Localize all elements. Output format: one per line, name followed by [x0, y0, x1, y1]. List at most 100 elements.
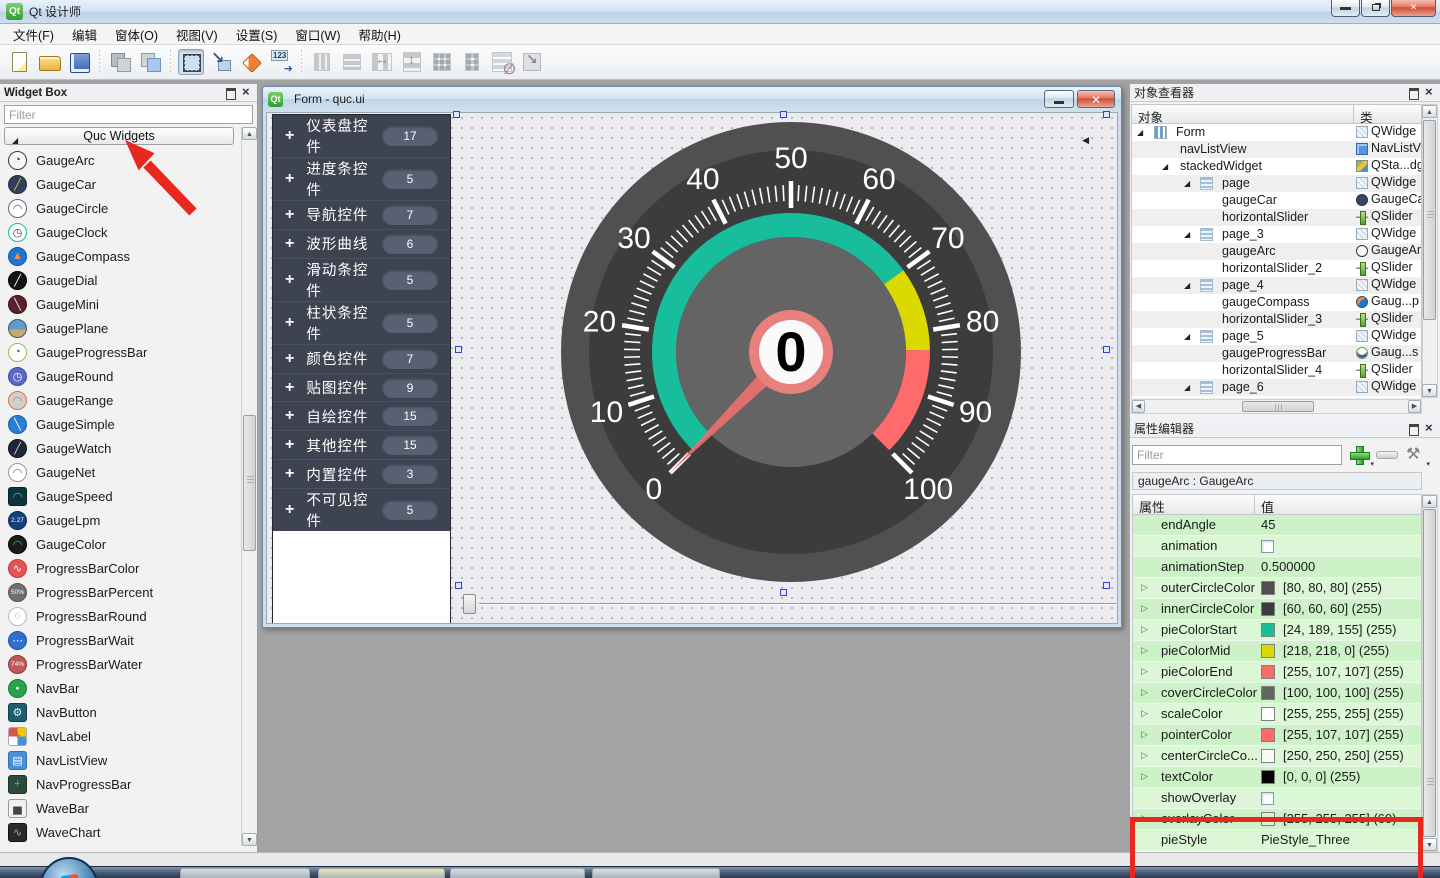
form-minimize-button[interactable]: [1044, 90, 1074, 108]
property-filter-input[interactable]: [1132, 445, 1342, 465]
expand-arrow-icon[interactable]: ▷: [1141, 666, 1148, 677]
widget-item-NavBar[interactable]: ●NavBar: [0, 676, 242, 700]
widget-item-ProgressBarWait[interactable]: ⋯ProgressBarWait: [0, 628, 242, 652]
property-row-scaleColor[interactable]: ▷scaleColor[255, 255, 255] (255): [1133, 704, 1421, 725]
gauge-arc-widget[interactable]: 01020304050607080901000: [559, 120, 1023, 584]
taskbar-button-1[interactable]: [318, 868, 445, 878]
column-object[interactable]: 对象: [1132, 105, 1354, 123]
property-value-cell[interactable]: [1261, 788, 1421, 809]
property-row-animationStep[interactable]: animationStep0.500000: [1133, 557, 1421, 578]
scroll-down-icon[interactable]: ▼: [1422, 384, 1437, 397]
property-value-cell[interactable]: [255, 255, 255] (255): [1261, 704, 1421, 725]
tree-row-navListView[interactable]: navListViewNavListV: [1132, 141, 1421, 158]
scrollbar-thumb[interactable]: [1242, 401, 1314, 412]
restore-button[interactable]: [1361, 0, 1390, 17]
scrollbar-thumb[interactable]: [1423, 509, 1436, 837]
selection-handle[interactable]: [1103, 346, 1110, 353]
nav-item-2[interactable]: +导航控件7: [273, 201, 450, 230]
scroll-down-icon[interactable]: ▼: [242, 833, 257, 846]
property-row-endAngle[interactable]: endAngle45: [1133, 515, 1421, 536]
nav-item-9[interactable]: +其他控件15: [273, 431, 450, 460]
menu-item-2[interactable]: 窗体(O): [106, 23, 167, 46]
widget-item-GaugeRange[interactable]: ◠GaugeRange: [0, 388, 242, 412]
lower-widgets-icon[interactable]: [137, 49, 163, 75]
nav-item-5[interactable]: +柱状条控件5: [273, 302, 450, 345]
scrollbar-thumb[interactable]: [243, 415, 256, 551]
category-quc-widgets[interactable]: ◢ Quc Widgets: [4, 127, 234, 145]
widget-item-NavProgressBar[interactable]: +NavProgressBar: [0, 772, 242, 796]
column-property[interactable]: 属性: [1133, 495, 1255, 514]
widget-item-GaugeArc[interactable]: ◔GaugeArc: [0, 148, 242, 172]
expand-arrow-icon[interactable]: ▷: [1141, 771, 1148, 782]
scroll-right-icon[interactable]: ▶: [1408, 400, 1421, 413]
property-value-cell[interactable]: [60, 60, 60] (255): [1261, 599, 1421, 620]
expander-icon[interactable]: ◢: [1184, 179, 1190, 188]
close-button[interactable]: ✕: [1391, 0, 1436, 17]
scroll-down-icon[interactable]: ▼: [1422, 838, 1437, 851]
tree-row-gaugeProgressBar[interactable]: gaugeProgressBarGaug...s: [1132, 345, 1421, 362]
widget-item-NavButton[interactable]: ⚙NavButton: [0, 700, 242, 724]
nav-item-1[interactable]: +进度条控件5: [273, 158, 450, 201]
form-canvas[interactable]: ◀ +仪表盘控件17+进度条控件5+导航控件7+波形曲线6+滑动条控件5+柱状条…: [266, 112, 1118, 624]
save-form-icon[interactable]: [66, 49, 92, 75]
nav-item-4[interactable]: +滑动条控件5: [273, 259, 450, 302]
expand-arrow-icon[interactable]: ▷: [1141, 687, 1148, 698]
scrollbar-thumb[interactable]: [1423, 120, 1436, 320]
widget-item-ProgressBarColor[interactable]: ∿ProgressBarColor: [0, 556, 242, 580]
property-row-overlayColor[interactable]: ▷overlayColor[255, 255, 255] (60): [1133, 809, 1421, 830]
widget-item-GaugeDial[interactable]: ╱GaugeDial: [0, 268, 242, 292]
tree-row-horizontalSlider_4[interactable]: horizontalSlider_4QSlider: [1132, 362, 1421, 379]
widget-item-WaveBar[interactable]: ▅WaveBar: [0, 796, 242, 820]
checkbox-unchecked[interactable]: [1261, 540, 1274, 553]
tree-row-horizontalSlider_2[interactable]: horizontalSlider_2QSlider: [1132, 260, 1421, 277]
nav-item-11[interactable]: +不可见控件5: [273, 489, 450, 531]
taskbar-button-3[interactable]: [592, 868, 720, 878]
widget-item-GaugeCar[interactable]: ╱GaugeCar: [0, 172, 242, 196]
property-row-coverCircleColor[interactable]: ▷coverCircleColor[100, 100, 100] (255): [1133, 683, 1421, 704]
object-tree-vscrollbar[interactable]: ▲ ▼: [1422, 104, 1438, 398]
expand-arrow-icon[interactable]: ▷: [1141, 708, 1148, 719]
expand-arrow-icon[interactable]: ▷: [1141, 729, 1148, 740]
menu-item-1[interactable]: 编辑: [63, 23, 106, 46]
widget-item-GaugeProgressBar[interactable]: ◔GaugeProgressBar: [0, 340, 242, 364]
widget-item-GaugeColor[interactable]: ◠GaugeColor: [0, 532, 242, 556]
scroll-left-icon[interactable]: ◀: [1132, 400, 1145, 413]
expand-arrow-icon[interactable]: ▷: [1141, 603, 1148, 614]
tree-row-page_3[interactable]: ◢page_3QWidge: [1132, 226, 1421, 243]
float-panel-icon[interactable]: [1407, 87, 1420, 99]
expand-arrow-icon[interactable]: ▷: [1141, 813, 1148, 824]
widget-item-GaugeClock[interactable]: ◷GaugeClock: [0, 220, 242, 244]
property-value-cell[interactable]: [80, 80, 80] (255): [1261, 578, 1421, 599]
property-row-showOverlay[interactable]: showOverlay: [1133, 788, 1421, 809]
widget-item-ProgressBarPercent[interactable]: 50%ProgressBarPercent: [0, 580, 242, 604]
tree-row-page_6[interactable]: ◢page_6QWidge: [1132, 379, 1421, 396]
nav-item-3[interactable]: +波形曲线6: [273, 230, 450, 259]
property-value-cell[interactable]: [24, 189, 155] (255): [1261, 620, 1421, 641]
widget-item-ProgressBarWater[interactable]: 74%ProgressBarWater: [0, 652, 242, 676]
widget-item-GaugeRound[interactable]: ◷GaugeRound: [0, 364, 242, 388]
open-form-icon[interactable]: [36, 49, 62, 75]
column-value[interactable]: 值: [1255, 495, 1280, 514]
nav-listview-widget[interactable]: +仪表盘控件17+进度条控件5+导航控件7+波形曲线6+滑动条控件5+柱状条控件…: [272, 114, 451, 624]
nav-item-6[interactable]: +颜色控件7: [273, 345, 450, 374]
new-form-icon[interactable]: [6, 49, 32, 75]
widget-item-GaugeCompass[interactable]: ▲GaugeCompass: [0, 244, 242, 268]
property-row-textColor[interactable]: ▷textColor[0, 0, 0] (255): [1133, 767, 1421, 788]
close-panel-icon[interactable]: [1423, 87, 1436, 99]
property-value-cell[interactable]: 45: [1261, 515, 1421, 536]
property-row-pointerColor[interactable]: ▷pointerColor[255, 107, 107] (255): [1133, 725, 1421, 746]
float-panel-icon[interactable]: [224, 87, 237, 99]
widget-item-GaugePlane[interactable]: GaugePlane: [0, 316, 242, 340]
form-close-button[interactable]: ✕: [1077, 90, 1115, 108]
selection-handle[interactable]: [780, 589, 787, 596]
slider-groove[interactable]: [479, 603, 1116, 605]
scroll-up-icon[interactable]: ▲: [1422, 105, 1437, 118]
property-value-cell[interactable]: [255, 107, 107] (255): [1261, 725, 1421, 746]
property-value-cell[interactable]: 0.500000: [1261, 557, 1421, 578]
property-row-pieStyle[interactable]: pieStylePieStyle_Three: [1133, 830, 1421, 851]
taskbar-button-0[interactable]: [180, 868, 310, 878]
tree-row-Form[interactable]: ◢FormQWidge: [1132, 124, 1421, 141]
raise-widgets-icon[interactable]: [107, 49, 133, 75]
tree-row-gaugeCar[interactable]: gaugeCarGaugeCa: [1132, 192, 1421, 209]
nav-item-0[interactable]: +仪表盘控件17: [273, 115, 450, 158]
